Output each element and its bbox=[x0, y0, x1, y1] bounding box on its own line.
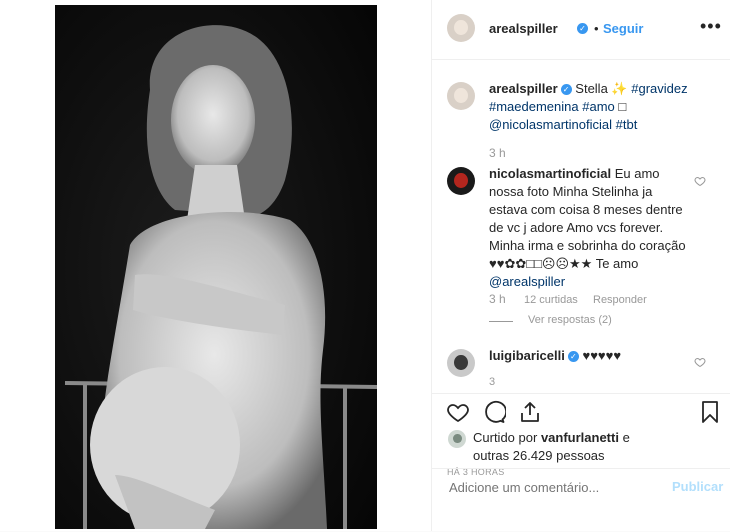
commenter-avatar[interactable] bbox=[447, 349, 475, 377]
caption-plain: Stella ✨ bbox=[575, 81, 628, 96]
comment-time-partial: 3 bbox=[489, 376, 496, 388]
comment-body: ♥♥♥♥♥ bbox=[582, 348, 622, 363]
caption-avatar[interactable] bbox=[447, 82, 475, 110]
author-username[interactable]: arealspiller bbox=[489, 21, 558, 36]
view-replies-button[interactable]: Ver respostas (2) bbox=[528, 314, 612, 326]
post-photo[interactable] bbox=[55, 5, 377, 529]
more-horizontal-icon[interactable]: ••• bbox=[700, 16, 722, 37]
verified-badge-icon: ✓ bbox=[560, 84, 572, 95]
follow-button[interactable]: Seguir bbox=[603, 21, 643, 36]
comment-text: nicolasmartinoficial Eu amo nossa foto M… bbox=[489, 165, 689, 291]
hashtag-gravidez[interactable]: #gravidez bbox=[631, 81, 687, 96]
comment-time[interactable]: 3 h bbox=[489, 292, 506, 306]
likes-others[interactable]: outras 26.429 pessoas bbox=[473, 448, 605, 463]
comments-list: arealspiller ✓ Stella ✨ #gravidez #maedem… bbox=[432, 60, 730, 393]
mention-nicolasmartinoficial[interactable]: @nicolasmartinoficial bbox=[489, 117, 612, 132]
hashtag-tbt[interactable]: #tbt bbox=[616, 117, 638, 132]
header-separator: • bbox=[594, 21, 599, 36]
post-dialog: arealspiller ✓ • Seguir ••• arealspiller… bbox=[0, 0, 730, 531]
likes-summary: Curtido por vanfurlanetti e outras 26.42… bbox=[473, 429, 713, 465]
verified-badge-icon: ✓ bbox=[567, 351, 579, 362]
caption-emoji: □ bbox=[618, 99, 627, 114]
comment-icon[interactable] bbox=[482, 400, 506, 424]
reply-button[interactable]: Responder bbox=[593, 294, 647, 306]
mention-arealspiller[interactable]: @arealspiller bbox=[489, 274, 565, 289]
commenter-avatar[interactable] bbox=[447, 167, 475, 195]
caption-username[interactable]: arealspiller bbox=[489, 81, 558, 96]
publish-button[interactable]: Publicar bbox=[672, 479, 723, 494]
comment-likes[interactable]: 12 curtidas bbox=[524, 294, 578, 306]
caption-time[interactable]: 3 h bbox=[489, 146, 506, 160]
comment-input[interactable] bbox=[447, 477, 651, 497]
liker-avatar[interactable] bbox=[448, 430, 466, 448]
like-comment-heart-icon[interactable] bbox=[694, 356, 706, 368]
likes-middle: e bbox=[622, 430, 630, 445]
like-heart-icon[interactable] bbox=[446, 400, 470, 424]
comment-body: Eu amo nossa foto Minha Stelinha ja esta… bbox=[489, 166, 686, 271]
author-avatar[interactable] bbox=[447, 14, 475, 42]
post-sidebar: arealspiller ✓ • Seguir ••• arealspiller… bbox=[432, 0, 730, 531]
add-comment-bar: Publicar bbox=[432, 468, 730, 532]
share-icon[interactable] bbox=[518, 400, 542, 424]
verified-badge-icon: ✓ bbox=[577, 23, 588, 34]
hashtag-maedemenina[interactable]: #maedemenina bbox=[489, 99, 579, 114]
save-bookmark-icon[interactable] bbox=[698, 400, 722, 424]
comment-text: luigibaricelli ✓ ♥♥♥♥♥ bbox=[489, 347, 689, 365]
post-media bbox=[0, 0, 432, 531]
liker-username[interactable]: vanfurlanetti bbox=[541, 430, 619, 445]
like-comment-heart-icon[interactable] bbox=[694, 175, 706, 187]
commenter-username[interactable]: luigibaricelli bbox=[489, 348, 565, 363]
hashtag-amo[interactable]: #amo bbox=[582, 99, 615, 114]
post-header: arealspiller ✓ • Seguir ••• bbox=[432, 0, 730, 60]
view-replies-line bbox=[489, 321, 513, 322]
likes-prefix: Curtido por bbox=[473, 430, 538, 445]
post-photo-image bbox=[55, 5, 377, 529]
commenter-username[interactable]: nicolasmartinoficial bbox=[489, 166, 611, 181]
caption-text: arealspiller ✓ Stella ✨ #gravidez #maedem… bbox=[489, 80, 719, 134]
